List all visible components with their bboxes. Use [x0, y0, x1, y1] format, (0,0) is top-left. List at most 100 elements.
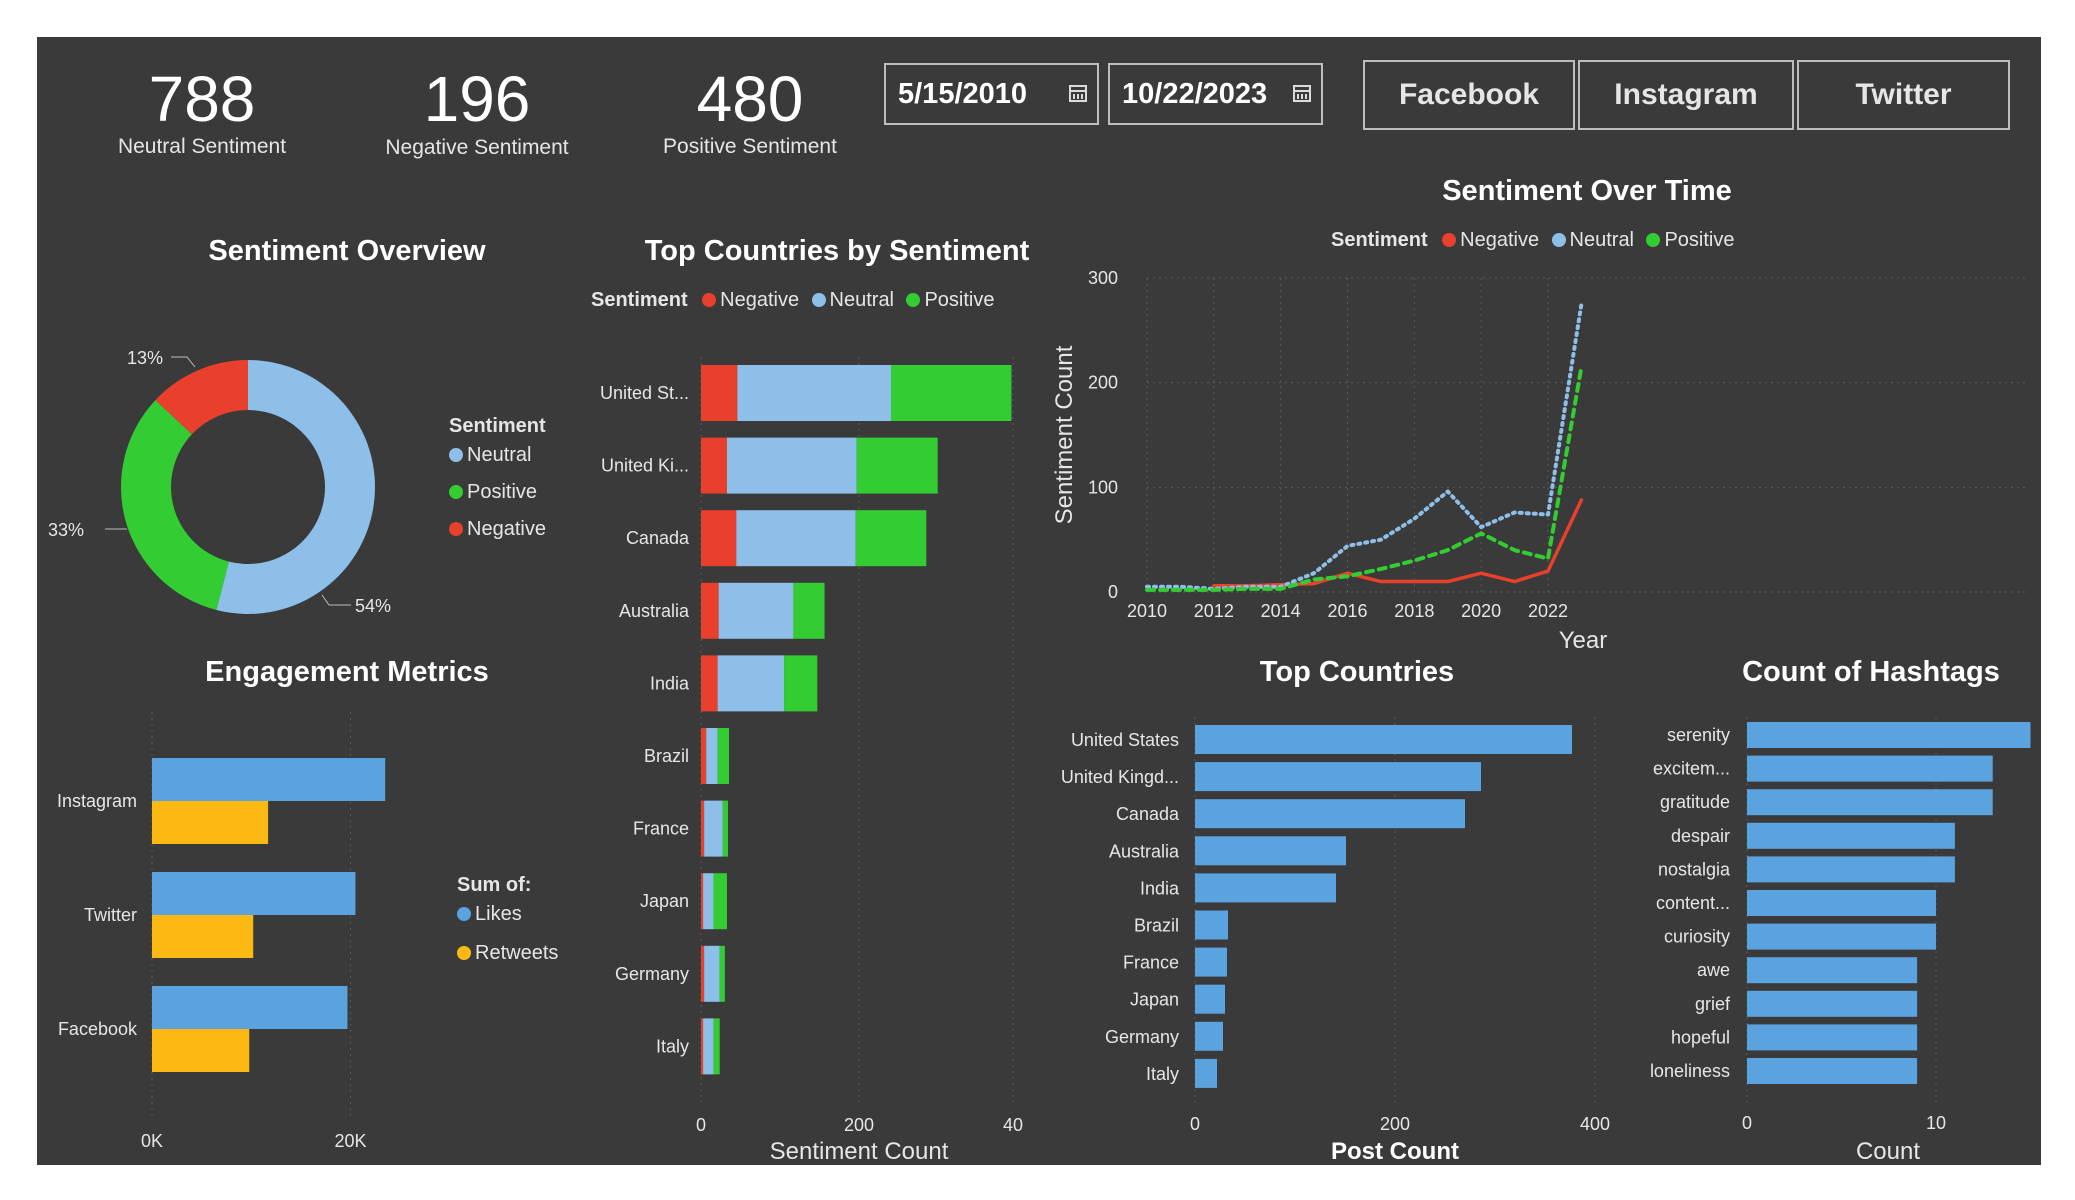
- legend-label: Positive: [467, 481, 538, 503]
- bar-negative: [701, 728, 707, 784]
- y-axis-title: Sentiment Count: [1051, 345, 1078, 524]
- top-countries-title: Top Countries: [1259, 656, 1455, 688]
- legend-item-negative[interactable]: Negative: [449, 518, 546, 541]
- x-tick-label: 2010: [1127, 601, 1167, 621]
- legend-label: Negative: [467, 518, 546, 540]
- y-category-label: Germany: [1105, 1027, 1179, 1047]
- y-category-label: Australia: [619, 601, 690, 621]
- bar-post-count: [1195, 947, 1227, 977]
- x-tick-label: 2018: [1394, 601, 1434, 621]
- legend-item-retweets[interactable]: Retweets: [457, 942, 558, 965]
- bar-post-count: [1195, 836, 1346, 866]
- y-category-label: grief: [1695, 994, 1731, 1014]
- x-tick-label: 2020: [1461, 601, 1501, 621]
- bar-hashtag-count: [1747, 856, 1955, 883]
- bar-neutral: [737, 365, 891, 421]
- sentiment-over-time-title: Sentiment Over Time: [1442, 175, 1732, 207]
- y-category-label: United Ki...: [601, 456, 689, 476]
- legend-item-negative[interactable]: Negative: [702, 289, 799, 311]
- bar-hashtag-count: [1747, 822, 1955, 849]
- legend-label: Retweets: [475, 942, 559, 964]
- y-category-label: Japan: [1130, 990, 1179, 1010]
- y-tick-label: 200: [1088, 373, 1118, 393]
- hashtags-title: Count of Hashtags: [1742, 656, 2000, 688]
- y-tick-label: 100: [1088, 477, 1118, 497]
- sentiment-overview-legend: Sentiment Neutral Positive Negative: [449, 415, 546, 541]
- y-category-label: hopeful: [1671, 1027, 1730, 1047]
- bar-hashtag-count: [1747, 923, 1936, 950]
- bar-post-count: [1195, 910, 1228, 940]
- legend-label: Positive: [1664, 229, 1735, 251]
- bar-positive: [719, 945, 725, 1002]
- bar-neutral: [704, 945, 720, 1002]
- bar-hashtag-count: [1747, 890, 1936, 916]
- line-positive: [1145, 364, 1584, 592]
- legend-item-positive[interactable]: Positive: [449, 481, 546, 504]
- legend-label: Negative: [1460, 229, 1540, 251]
- neutral-swatch: [449, 448, 463, 462]
- x-axis-title: Year: [1559, 627, 1608, 654]
- y-category-label: Japan: [640, 891, 689, 911]
- bar-negative: [701, 582, 719, 639]
- legend-title: Sentiment: [1331, 229, 1428, 251]
- engagement-chart: 0K 20K Instagram Twitter Facebook: [57, 712, 386, 1151]
- bar-positive: [890, 365, 1012, 421]
- bar-likes-twitter: [152, 872, 356, 915]
- x-axis-title: Sentiment Count: [770, 1138, 949, 1165]
- y-category-label: despair: [1671, 826, 1730, 846]
- positive-swatch: [1646, 233, 1661, 247]
- bar-hashtag-count: [1747, 1058, 1918, 1084]
- legend-item-likes[interactable]: Likes: [457, 903, 558, 926]
- legend-item-positive[interactable]: Positive: [906, 289, 995, 311]
- bar-post-count: [1195, 799, 1465, 829]
- hashtags-chart: 0 10 Count serenity excitem... gratitude despa…: [1650, 717, 2031, 1165]
- x-tick-label: 2014: [1261, 601, 1301, 621]
- x-tick-label: 2016: [1327, 601, 1367, 621]
- x-tick-label: 20K: [334, 1131, 366, 1151]
- bar-post-count: [1195, 762, 1481, 792]
- bar-negative: [701, 510, 737, 567]
- legend-item-neutral[interactable]: Neutral: [811, 289, 894, 311]
- donut-slice-positive: [121, 400, 229, 611]
- bar-negative: [701, 945, 705, 1002]
- bar-positive: [717, 728, 730, 784]
- legend-item-neutral[interactable]: Neutral: [449, 444, 546, 467]
- y-category-label: content...: [1656, 893, 1730, 913]
- bar-neutral: [726, 437, 857, 494]
- y-category-label: Italy: [1146, 1064, 1179, 1084]
- legend-title: Sum of:: [457, 874, 532, 896]
- x-tick-label: 400: [1580, 1114, 1610, 1134]
- engagement-legend: Sum of: Likes Retweets: [457, 874, 558, 965]
- y-category-label: United St...: [600, 383, 689, 403]
- negative-swatch: [449, 522, 463, 536]
- bar-post-count: [1195, 725, 1572, 754]
- top-countries-sentiment-chart: 0 200 40 Sentiment Count United St... United …: [600, 357, 1023, 1165]
- bar-positive: [713, 873, 727, 930]
- bar-post-count: [1195, 1021, 1223, 1051]
- legend-label: Positive: [924, 289, 995, 311]
- sentiment-over-time-chart: 0 100 200 300 2010 2012 2014 2016 2018 2020 2022 Ye…: [1051, 268, 2027, 654]
- legend-title: Sentiment: [449, 415, 546, 437]
- donut-label-negative: 13%: [127, 348, 163, 368]
- sentiment-over-time-legend: Sentiment Negative Neutral Positive: [1331, 229, 1735, 252]
- x-tick-label: 200: [844, 1115, 874, 1135]
- bar-negative: [701, 365, 738, 421]
- neutral-swatch: [811, 293, 826, 307]
- bar-positive: [793, 582, 825, 639]
- legend-item-negative[interactable]: Negative: [1442, 229, 1539, 251]
- legend-label: Negative: [720, 289, 800, 311]
- bar-likes-instagram: [152, 758, 386, 801]
- x-tick-label: 0: [1742, 1113, 1752, 1133]
- bar-neutral: [736, 510, 856, 567]
- bar-hashtag-count: [1747, 957, 1918, 984]
- y-category-label: awe: [1697, 960, 1730, 980]
- negative-swatch: [702, 293, 717, 307]
- top-countries-sentiment-legend: Sentiment Negative Neutral Positive: [591, 289, 995, 312]
- bar-retweets-facebook: [152, 1029, 250, 1072]
- x-axis-title: Count: [1856, 1138, 1920, 1165]
- legend-item-positive[interactable]: Positive: [1646, 229, 1735, 251]
- legend-title: Sentiment: [591, 289, 688, 311]
- x-tick-label: 0K: [141, 1131, 163, 1151]
- legend-item-neutral[interactable]: Neutral: [1551, 229, 1634, 251]
- top-countries-sentiment-title: Top Countries by Sentiment: [644, 235, 1030, 267]
